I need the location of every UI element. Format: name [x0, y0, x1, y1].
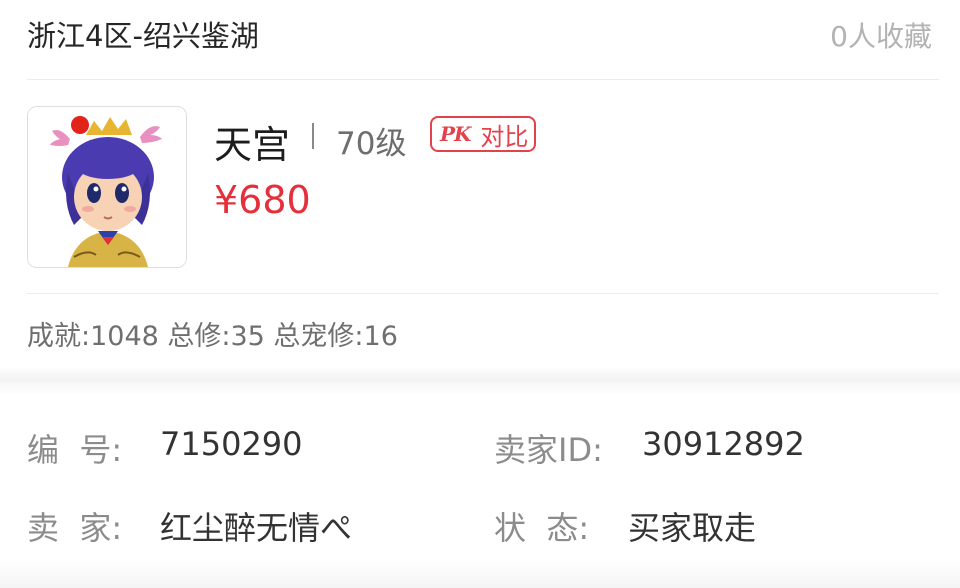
character-name: 天宫	[214, 123, 291, 167]
serial-value: 7150290	[160, 425, 303, 463]
pk-compare-label: 对比	[480, 122, 529, 151]
serial-label: 编 号:	[27, 431, 123, 469]
favorite-count[interactable]: 0人收藏	[830, 15, 932, 55]
character-avatar-icon[interactable]	[27, 106, 187, 268]
pk-icon: PK	[440, 122, 471, 146]
divider	[27, 293, 939, 294]
seller-id-label: 卖家ID:	[494, 431, 603, 469]
pk-compare-button[interactable]: PK 对比	[430, 116, 536, 152]
server-name: 浙江4区-绍兴鉴湖	[27, 19, 259, 53]
stats-summary: 成就:1048 总修:35 总宠修:16	[27, 321, 398, 352]
seller-id-value: 30912892	[642, 425, 805, 463]
section-gap	[0, 366, 960, 396]
name-level-separator	[312, 123, 314, 149]
seller-label: 卖 家:	[27, 509, 123, 547]
status-label: 状 态:	[494, 509, 590, 547]
character-level: 70级	[336, 126, 407, 162]
status-value: 买家取走	[628, 509, 757, 547]
bottom-edge	[0, 560, 960, 588]
server-header: 浙江4区-绍兴鉴湖 0人收藏	[0, 0, 960, 72]
price: ¥680	[214, 178, 311, 222]
divider	[27, 79, 939, 80]
seller-value: 红尘醉无情ぺ	[160, 509, 353, 547]
